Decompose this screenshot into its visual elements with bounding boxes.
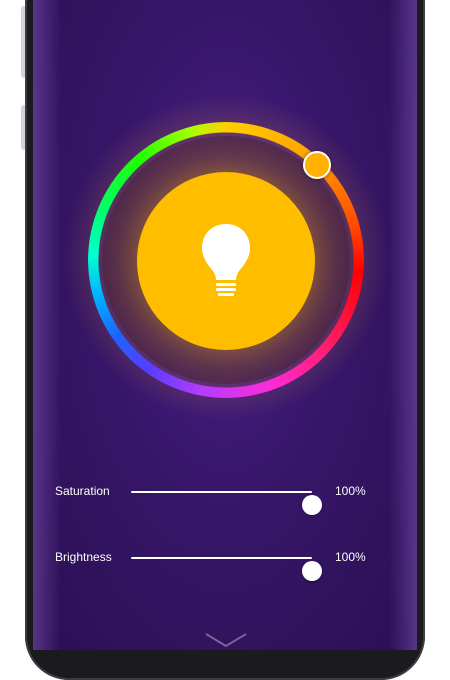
chevron-down-icon[interactable] xyxy=(203,630,249,650)
brightness-slider-row: Brightness 100% xyxy=(33,544,417,581)
brightness-slider-thumb[interactable] xyxy=(302,561,322,581)
saturation-slider-row: Saturation 100% xyxy=(33,478,417,515)
brightness-value: 100% xyxy=(335,550,366,564)
light-toggle-button[interactable] xyxy=(137,172,315,350)
saturation-slider[interactable] xyxy=(131,491,322,515)
brightness-label: Brightness xyxy=(55,550,112,564)
saturation-value: 100% xyxy=(335,484,366,498)
saturation-slider-thumb[interactable] xyxy=(302,495,322,515)
light-control-screen: Saturation 100% Brightness 100% xyxy=(33,0,417,650)
lightbulb-icon xyxy=(202,224,250,296)
hue-selector-thumb[interactable] xyxy=(303,151,331,179)
saturation-label: Saturation xyxy=(55,484,110,498)
brightness-slider[interactable] xyxy=(131,557,322,581)
